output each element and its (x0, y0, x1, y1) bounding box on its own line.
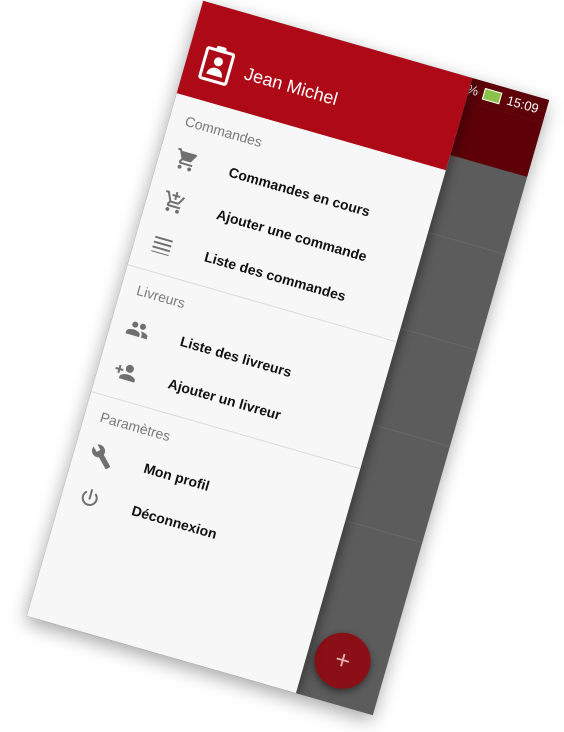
phone-screen: ◎ ☗ ◎ ▯ ⏰ 4G 49% 15:09 + (26, 0, 550, 716)
people-icon (123, 315, 153, 345)
list-icon (147, 230, 177, 260)
cart-icon (172, 146, 202, 176)
clock: 15:09 (505, 92, 541, 117)
drawer-header: Jean Michel (176, 0, 473, 171)
wrench-icon (87, 442, 117, 472)
user-badge-icon (197, 45, 236, 87)
menu-item-label: Déconnexion (129, 502, 219, 542)
person-add-icon (111, 357, 141, 387)
cart-add-icon (160, 188, 190, 218)
menu-item-label: Mon profil (142, 459, 212, 494)
power-icon (75, 484, 105, 514)
user-name: Jean Michel (242, 63, 340, 110)
battery-icon (482, 87, 503, 105)
add-fab-button[interactable]: + (308, 626, 378, 696)
section-title-livreurs: Livreurs (134, 282, 188, 312)
navigation-drawer: Jean Michel Commandes Commandes en cours… (26, 0, 473, 694)
screenshot-stage: ◎ ☗ ◎ ▯ ⏰ 4G 49% 15:09 + (0, 0, 564, 732)
